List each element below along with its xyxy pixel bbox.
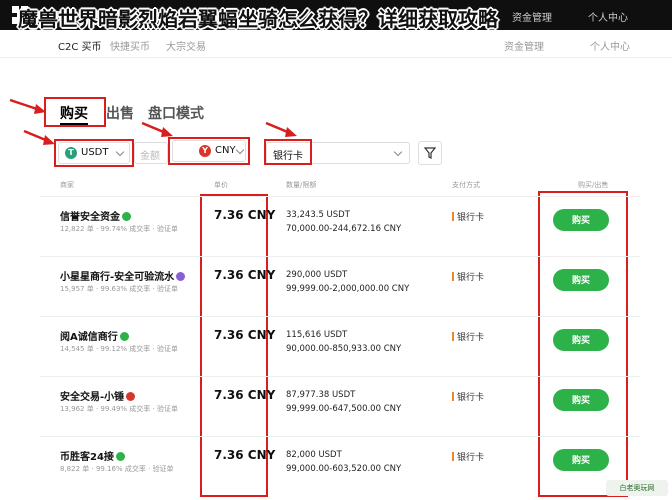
merchant-stats: 14,545 单 · 99.12% 成交率 · 验证单 xyxy=(60,345,178,353)
funnel-icon xyxy=(423,147,437,159)
col-header-price: 单价 xyxy=(214,181,228,189)
annotation-box-buy-tab xyxy=(44,97,106,127)
annotation-box-payment xyxy=(264,139,312,165)
merchant-name[interactable]: 阅A诚信商行 xyxy=(60,328,129,343)
order-limit: 90,000.00-850,933.00 CNY xyxy=(286,344,402,354)
merchant-stats: 13,962 单 · 99.49% 成交率 · 验证单 xyxy=(60,405,178,413)
col-header-payment: 支付方式 xyxy=(452,181,480,189)
merchant-stats: 8,822 单 · 99.16% 成交率 · 验证单 xyxy=(60,465,174,473)
available-amount: 87,977.38 USDT xyxy=(286,390,356,400)
verified-badge-icon xyxy=(119,332,129,341)
verified-badge-icon xyxy=(126,392,136,401)
available-amount: 82,000 USDT xyxy=(286,450,342,460)
payment-method: 银行卡 xyxy=(452,210,484,223)
merchant-name-text: 阅A诚信商行 xyxy=(60,332,118,343)
merchant-name-text: 信誉安全资金 xyxy=(60,212,120,223)
buy-button[interactable]: 购买 xyxy=(553,209,609,231)
tab-quick-buy[interactable]: 快捷买币 xyxy=(110,38,150,53)
amount-input[interactable]: 金额 xyxy=(134,142,168,164)
payment-method: 银行卡 xyxy=(452,390,484,403)
filter-button[interactable] xyxy=(418,141,442,165)
tab-personal-center[interactable]: 个人中心 xyxy=(590,38,630,53)
merchant-name[interactable]: 小星星商行-安全可验流水 xyxy=(60,268,186,283)
buy-button[interactable]: 购买 xyxy=(553,389,609,411)
order-limit: 99,999.00-647,500.00 CNY xyxy=(286,404,402,414)
order-limit: 70,000.00-244,672.16 CNY xyxy=(286,224,402,234)
merchant-name[interactable]: 安全交易-小锤 xyxy=(60,388,136,403)
merchant-name-text: 币胜客24接 xyxy=(60,452,114,463)
annotation-arrow-icon xyxy=(265,121,297,137)
annotation-box-fiat xyxy=(168,137,250,165)
annotation-box-coin xyxy=(54,139,134,167)
order-limit: 99,999.00-2,000,000.00 CNY xyxy=(286,284,410,294)
tab-sell[interactable]: 出售 xyxy=(106,103,134,123)
buy-button[interactable]: 购买 xyxy=(553,269,609,291)
chevron-down-icon xyxy=(393,147,403,157)
col-header-action: 购买/出售 xyxy=(578,181,609,189)
order-limit: 99,000.00-603,520.00 CNY xyxy=(286,464,402,474)
merchant-stats: 12,822 单 · 99.74% 成交率 · 验证单 xyxy=(60,225,178,233)
unit-price: 7.36 CNY xyxy=(214,388,276,402)
annotation-arrow-icon xyxy=(141,121,173,137)
payment-method: 银行卡 xyxy=(452,450,484,463)
annotation-arrow-icon xyxy=(9,98,46,114)
tab-block-trade[interactable]: 大宗交易 xyxy=(166,38,206,53)
amount-placeholder: 金额 xyxy=(140,151,160,162)
available-amount: 33,243.5 USDT xyxy=(286,210,350,220)
available-amount: 115,616 USDT xyxy=(286,330,348,340)
payment-method: 银行卡 xyxy=(452,270,484,283)
verified-badge-icon xyxy=(176,272,186,281)
tab-c2c[interactable]: C2C 买币 xyxy=(58,38,102,53)
merchant-name-text: 小星星商行-安全可验流水 xyxy=(60,272,175,283)
available-amount: 290,000 USDT xyxy=(286,270,348,280)
buy-button[interactable]: 购买 xyxy=(553,449,609,471)
unit-price: 7.36 CNY xyxy=(214,448,276,462)
merchant-name-text: 安全交易-小锤 xyxy=(60,392,125,403)
unit-price: 7.36 CNY xyxy=(214,208,276,222)
verified-badge-icon xyxy=(115,452,125,461)
buy-button[interactable]: 购买 xyxy=(553,329,609,351)
merchant-name[interactable]: 信誉安全资金 xyxy=(60,208,131,223)
tab-fund-manage[interactable]: 资金管理 xyxy=(504,38,544,53)
annotation-arrow-icon xyxy=(23,129,55,145)
col-header-merchant: 商家 xyxy=(60,181,74,189)
merchant-stats: 15,957 单 · 99.63% 成交率 · 验证单 xyxy=(60,285,178,293)
unit-price: 7.36 CNY xyxy=(214,268,276,282)
verified-badge-icon xyxy=(122,212,131,221)
col-header-amount-limit: 数量/限额 xyxy=(286,181,317,189)
article-headline: 魔兽世界暗影烈焰岩翼蝠坐骑怎么获得？详细获取攻略 xyxy=(18,7,498,31)
payment-method: 银行卡 xyxy=(452,330,484,343)
watermark-logo: 白老奥玩网 xyxy=(606,480,668,496)
merchant-name[interactable]: 币胜客24接 xyxy=(60,448,125,463)
sub-tabs: C2C 买币 快捷买币 大宗交易 资金管理 个人中心 xyxy=(0,32,672,58)
unit-price: 7.36 CNY xyxy=(214,328,276,342)
